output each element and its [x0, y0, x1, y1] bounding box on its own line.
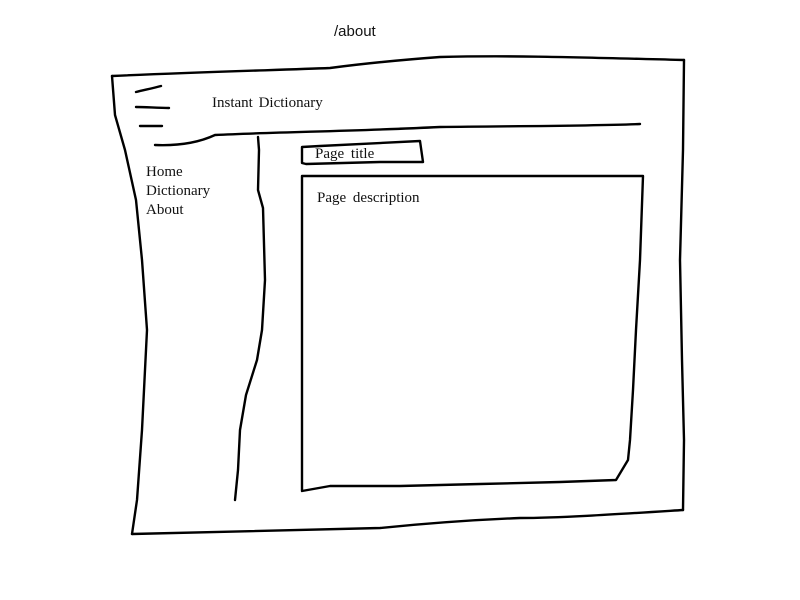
route-label: /about — [334, 23, 376, 40]
outer-frame-right-edge — [678, 58, 686, 512]
app-title: Instant Dictionary — [212, 95, 323, 111]
sidebar-divider — [233, 135, 267, 502]
sidebar-item-dictionary[interactable]: Dictionary — [146, 182, 210, 201]
outer-frame-top-edge — [110, 55, 686, 78]
sidebar-item-about[interactable]: About — [146, 201, 210, 220]
outer-frame-left-edge — [110, 74, 149, 536]
wireframe-sketch — [110, 55, 686, 536]
page-description: Page description — [317, 190, 420, 206]
sidebar-item-home[interactable]: Home — [146, 163, 210, 182]
content-box-outline — [300, 174, 645, 493]
page-title: Page title — [315, 146, 375, 162]
sidebar-nav: Home Dictionary About — [146, 163, 210, 220]
outer-frame-bottom-edge — [130, 508, 685, 536]
hamburger-menu-icon[interactable] — [130, 84, 174, 136]
